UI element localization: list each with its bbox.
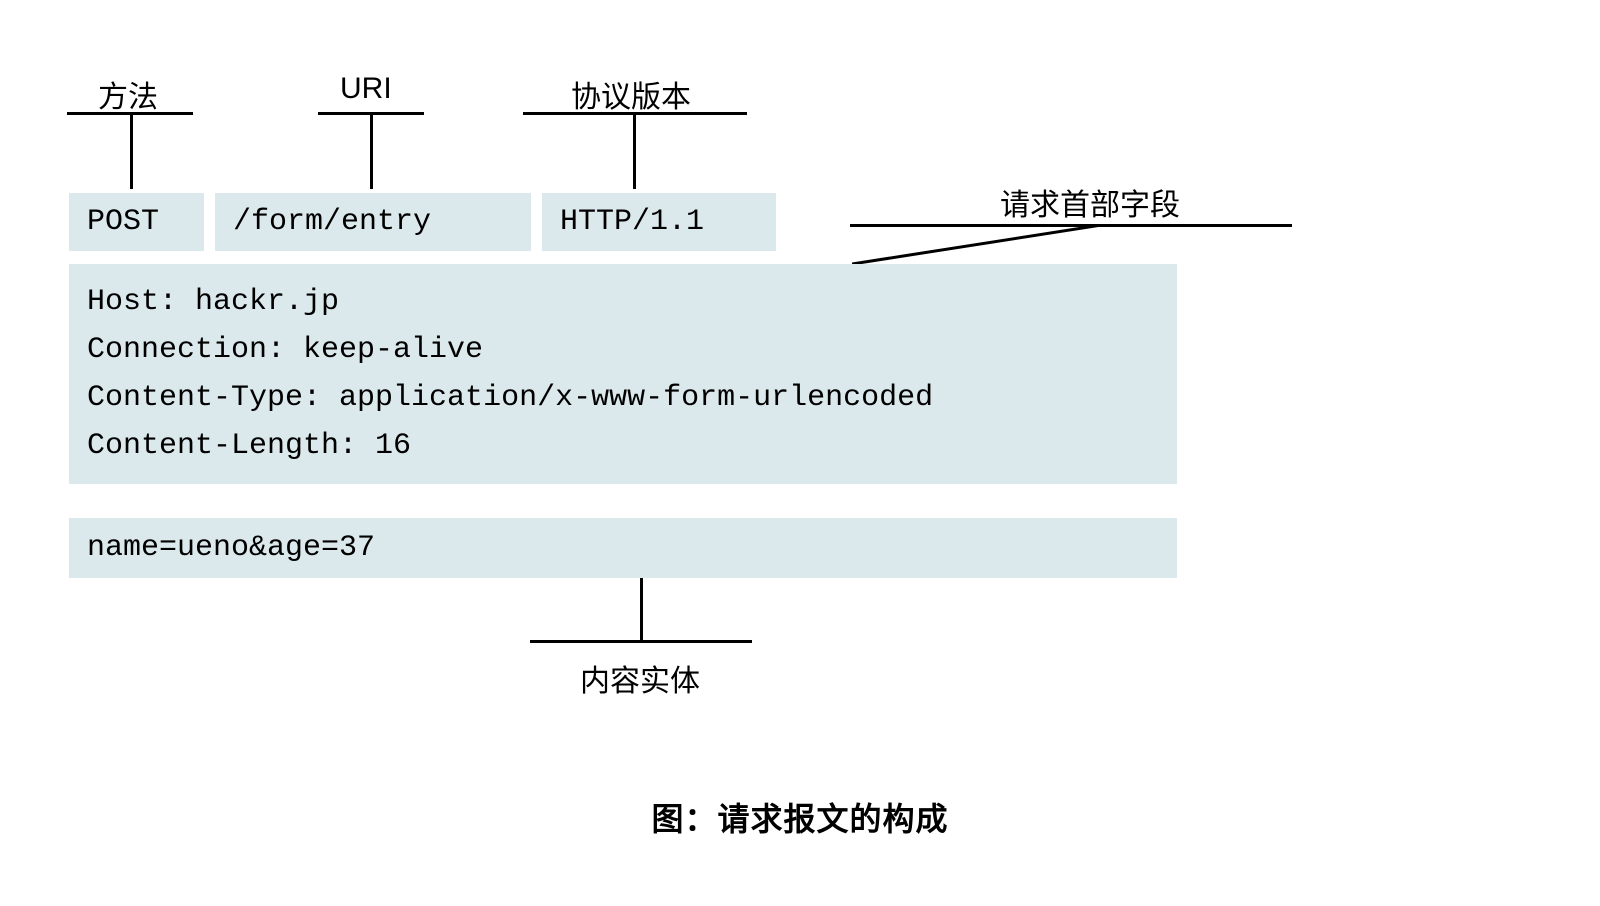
stem-protocol [633,115,636,189]
label-body: 内容实体 [580,656,700,700]
headers-line-3: Content-Length: 16 [87,429,411,463]
label-uri: URI [340,72,392,106]
text-method: POST [87,205,159,239]
box-body: name=ueno&age=37 [69,518,1177,578]
text-body: name=ueno&age=37 [87,531,375,565]
headers-line-1: Connection: keep-alive [87,333,483,367]
figure-caption: 图：请求报文的构成 [0,794,1600,840]
headers-line-2: Content-Type: application/x-www-form-url… [87,381,933,415]
box-headers: Host: hackr.jp Connection: keep-alive Co… [69,264,1177,484]
label-headers: 请求首部字段 [1000,180,1180,224]
box-uri: /form/entry [215,193,531,251]
stem-body [640,578,643,640]
headers-line-0: Host: hackr.jp [87,285,339,319]
underline-body [530,640,752,643]
label-method: 方法 [98,72,158,116]
box-method: POST [69,193,204,251]
box-protocol: HTTP/1.1 [542,193,776,251]
text-uri: /form/entry [233,205,431,239]
label-protocol: 协议版本 [571,72,691,116]
text-protocol: HTTP/1.1 [560,205,704,239]
diag-headers-pointer [852,224,1108,264]
stem-method [130,115,133,189]
stem-uri [370,115,373,189]
